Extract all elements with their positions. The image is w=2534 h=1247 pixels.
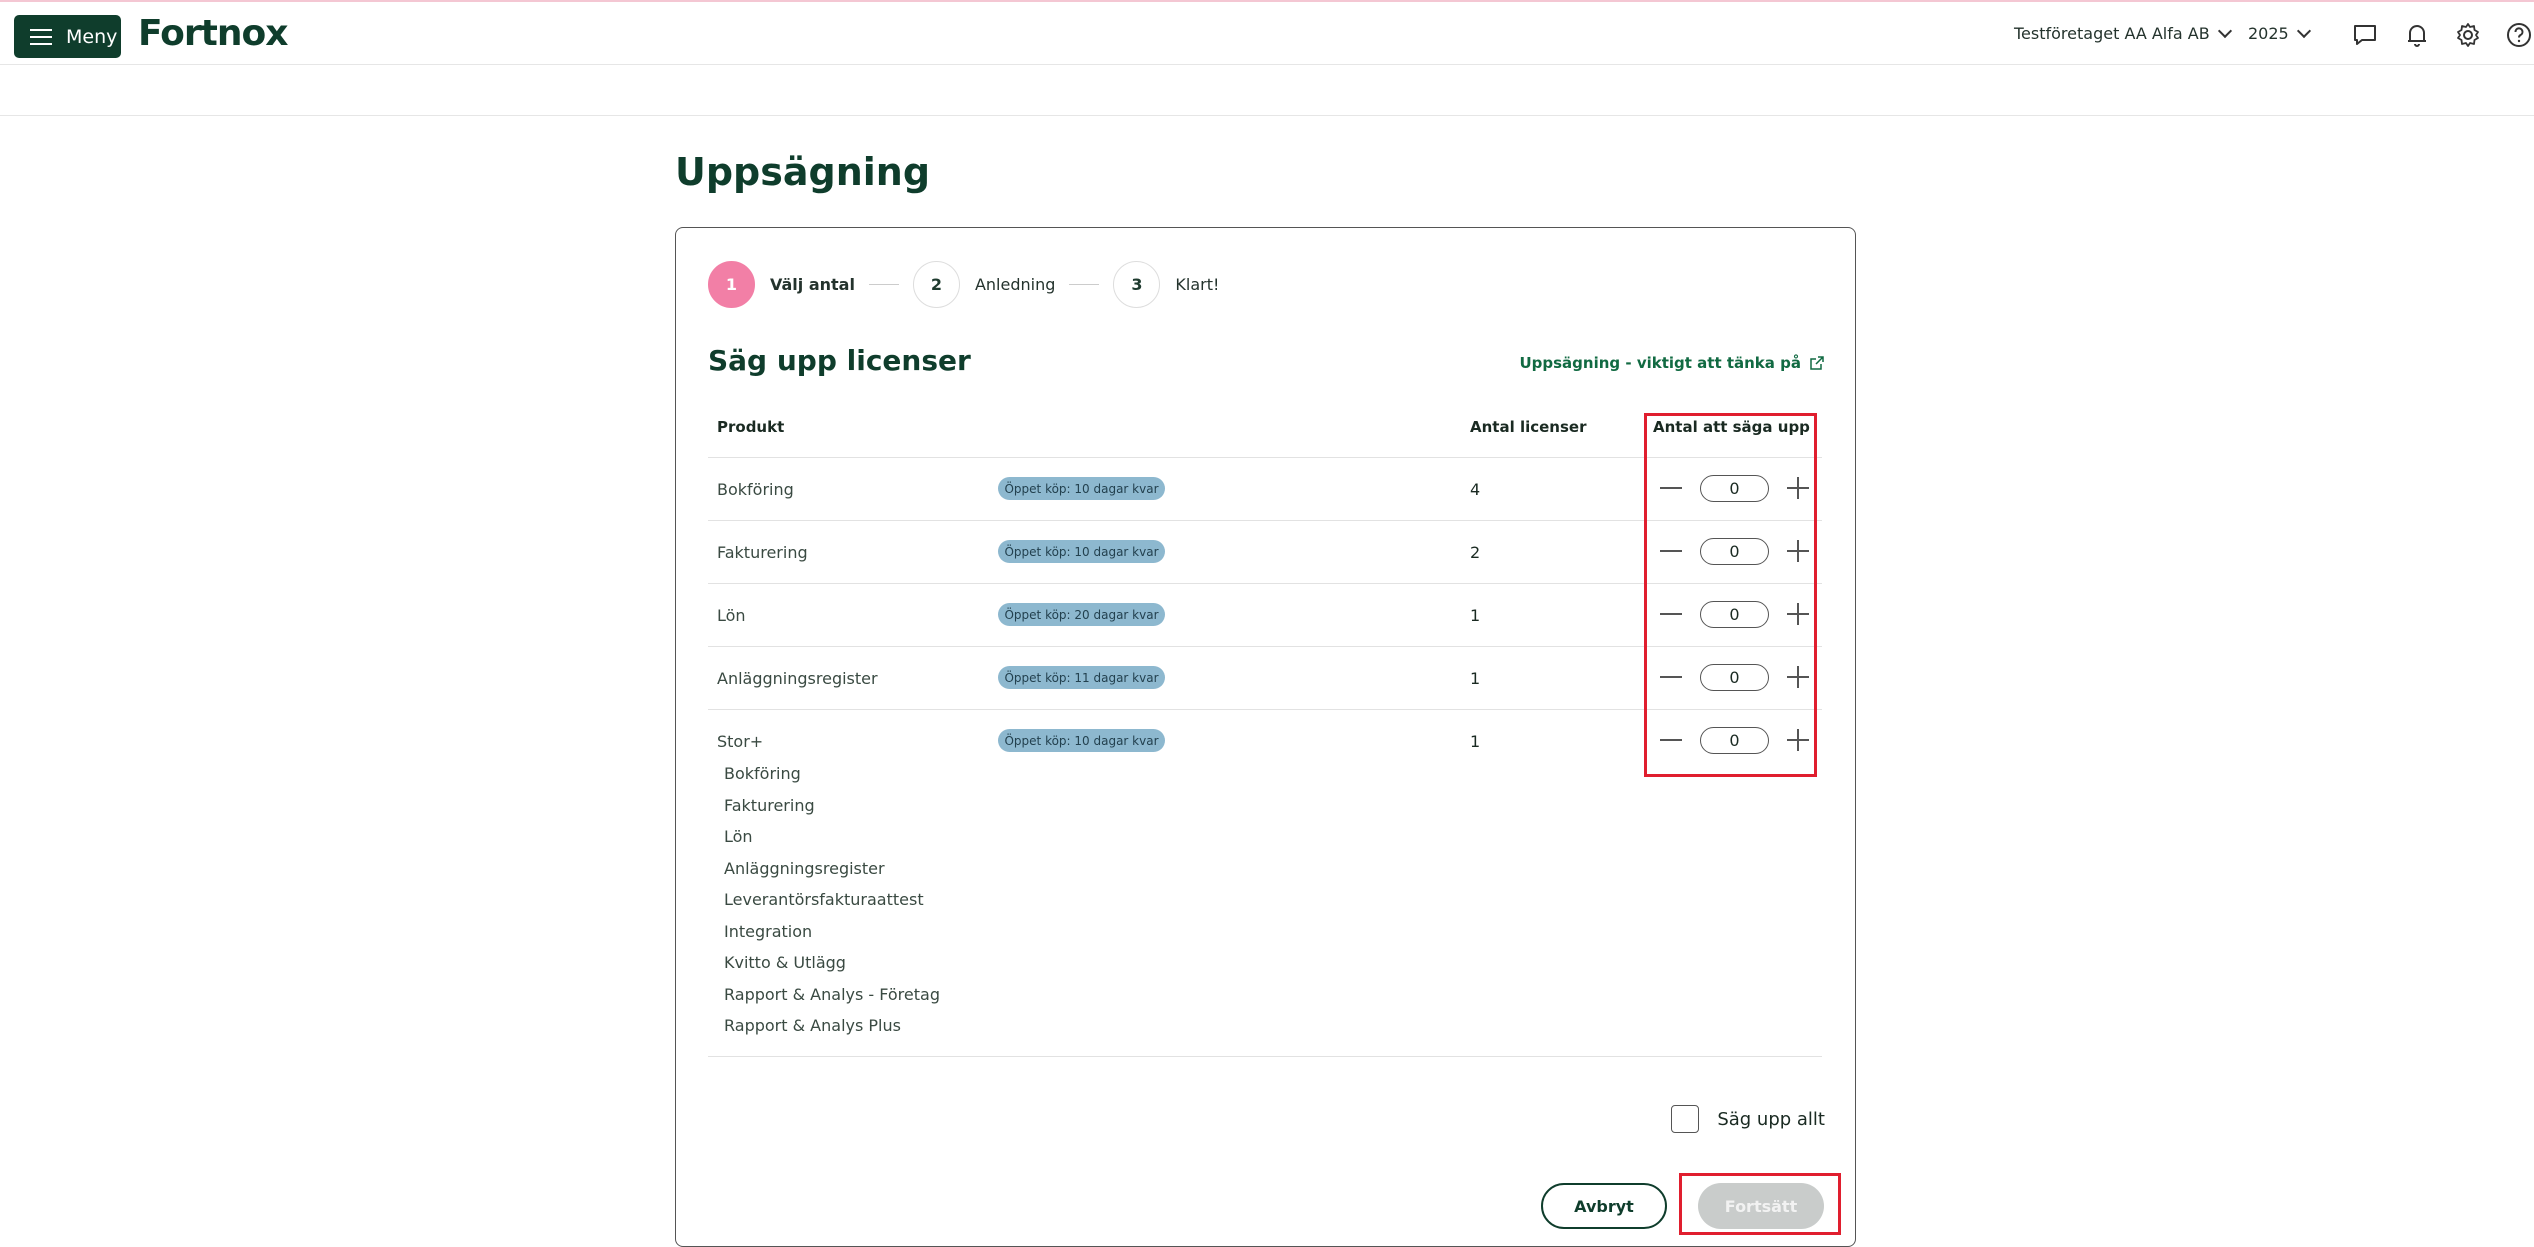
open-purchase-badge: Öppet köp: 10 dagar kvar — [998, 540, 1165, 563]
cancellation-card: 1 Välj antal 2 Anledning 3 Klart! Säg up… — [675, 227, 1856, 1247]
quantity-stepper — [1660, 726, 1809, 754]
quantity-stepper — [1660, 537, 1809, 565]
list-item: Rapport & Analys Plus — [724, 1016, 901, 1035]
minus-icon[interactable] — [1660, 537, 1682, 565]
license-count: 1 — [1470, 732, 1481, 751]
plus-icon[interactable] — [1787, 726, 1809, 754]
table-row: Bokföring Öppet köp: 10 dagar kvar 4 — [708, 457, 1822, 520]
cancel-all-label: Säg upp allt — [1717, 1108, 1825, 1130]
step-2-circle: 2 — [912, 261, 960, 308]
minus-icon[interactable] — [1660, 663, 1682, 691]
list-item: Rapport & Analys - Företag — [724, 984, 940, 1004]
help-icon[interactable] — [2506, 22, 2532, 48]
company-name: Testföretaget AA Alfa AB — [2014, 24, 2210, 43]
column-header-product: Produkt — [717, 418, 785, 436]
chevron-down-icon — [2296, 23, 2311, 39]
page-title: Uppsägning — [675, 150, 931, 194]
cancel-button[interactable]: Avbryt — [1541, 1183, 1667, 1229]
product-name: Lön — [717, 606, 746, 625]
open-purchase-badge: Öppet köp: 20 dagar kvar — [998, 603, 1165, 626]
plus-icon[interactable] — [1787, 600, 1809, 628]
quantity-stepper — [1660, 663, 1809, 691]
step-1-label: Välj antal — [770, 275, 855, 294]
menu-button[interactable]: Meny — [14, 15, 121, 58]
external-link-icon — [1810, 356, 1824, 370]
table-row: Fakturering Öppet köp: 10 dagar kvar 2 — [708, 520, 1822, 583]
year-selector[interactable]: 2025 — [2248, 23, 2311, 43]
quantity-input[interactable] — [1700, 474, 1769, 502]
step-divider — [1069, 284, 1100, 285]
info-link[interactable]: Uppsägning - viktigt att tänka på — [1519, 354, 1825, 372]
quantity-input[interactable] — [1700, 537, 1769, 565]
list-item: Leverantörsfakturaattest — [724, 890, 924, 909]
plus-icon[interactable] — [1787, 474, 1809, 502]
top-bar: Meny Fortnox Testföretaget AA Alfa AB 20… — [0, 0, 2534, 65]
list-item: Fakturering — [724, 795, 815, 815]
step-1-circle: 1 — [708, 261, 755, 308]
column-header-licenses: Antal licenser — [1470, 418, 1587, 436]
step-3-circle: 3 — [1113, 261, 1161, 308]
license-count: 2 — [1470, 543, 1481, 562]
minus-icon[interactable] — [1660, 600, 1682, 628]
divider — [708, 1056, 1822, 1057]
license-count: 4 — [1470, 480, 1481, 499]
company-selector[interactable]: Testföretaget AA Alfa AB — [2014, 23, 2232, 43]
chat-icon[interactable] — [2352, 22, 2378, 48]
open-purchase-badge: Öppet köp: 10 dagar kvar — [998, 729, 1165, 752]
chevron-down-icon — [2217, 23, 2232, 39]
minus-icon[interactable] — [1660, 726, 1682, 754]
step-divider — [868, 284, 899, 285]
continue-button[interactable]: Fortsätt — [1698, 1183, 1824, 1229]
gear-icon[interactable] — [2455, 22, 2481, 48]
sub-bar — [0, 65, 2534, 116]
open-purchase-badge: Öppet köp: 11 dagar kvar — [998, 666, 1165, 689]
list-item: Bokföring — [724, 764, 801, 783]
plus-icon[interactable] — [1787, 537, 1809, 565]
quantity-stepper — [1660, 600, 1809, 628]
product-name: Anläggningsregister — [717, 669, 878, 688]
cancel-all-option[interactable]: Säg upp allt — [1671, 1105, 1825, 1133]
menu-label: Meny — [66, 25, 118, 48]
info-link-label: Uppsägning - viktigt att tänka på — [1519, 354, 1801, 372]
quantity-input[interactable] — [1700, 726, 1769, 754]
list-item: Anläggningsregister — [724, 858, 885, 878]
year-value: 2025 — [2248, 24, 2289, 43]
column-header-to-cancel: Antal att säga upp — [1653, 418, 1810, 436]
license-count: 1 — [1470, 606, 1481, 625]
list-item: Kvitto & Utlägg — [724, 953, 846, 972]
bell-icon[interactable] — [2404, 22, 2430, 48]
plus-icon[interactable] — [1787, 663, 1809, 691]
product-name: Stor+ — [717, 732, 764, 751]
quantity-input[interactable] — [1700, 663, 1769, 691]
list-item: Lön — [724, 827, 753, 846]
table-row: Stor+ Öppet köp: 10 dagar kvar 1 — [708, 709, 1822, 772]
product-name: Bokföring — [717, 480, 794, 499]
bundle-product-list: Bokföring Fakturering Lön Anläggningsreg… — [724, 764, 940, 1048]
list-item: Integration — [724, 921, 813, 941]
section-title: Säg upp licenser — [708, 344, 971, 377]
minus-icon[interactable] — [1660, 474, 1682, 502]
hamburger-icon — [30, 28, 52, 45]
step-2-label: Anledning — [974, 275, 1056, 294]
open-purchase-badge: Öppet köp: 10 dagar kvar — [998, 477, 1165, 500]
table-row: Lön Öppet köp: 20 dagar kvar 1 — [708, 583, 1822, 646]
progress-stepper: 1 Välj antal 2 Anledning 3 Klart! — [708, 261, 1219, 308]
quantity-stepper — [1660, 474, 1809, 502]
product-name: Fakturering — [717, 543, 808, 562]
fortnox-logo[interactable]: Fortnox — [138, 13, 288, 54]
cancel-all-checkbox[interactable] — [1671, 1105, 1700, 1133]
step-3-label: Klart! — [1175, 275, 1220, 294]
table-row: Anläggningsregister Öppet köp: 11 dagar … — [708, 646, 1822, 709]
quantity-input[interactable] — [1700, 600, 1769, 628]
license-count: 1 — [1470, 669, 1481, 688]
